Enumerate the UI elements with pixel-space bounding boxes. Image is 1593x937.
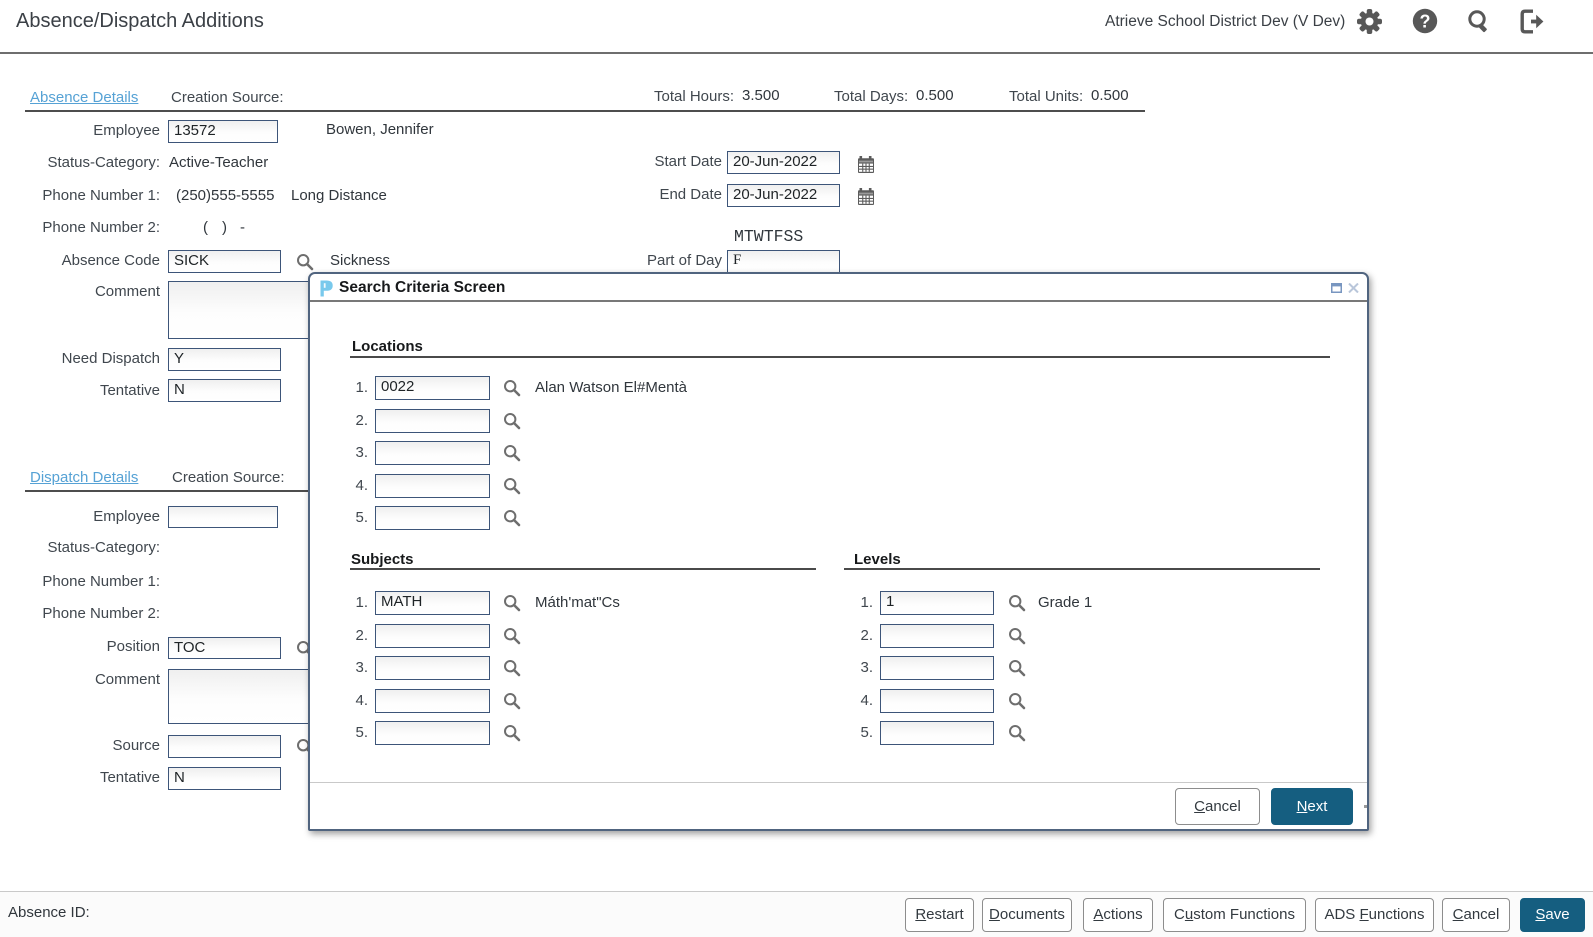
svg-text:?: ? [1420, 12, 1431, 32]
